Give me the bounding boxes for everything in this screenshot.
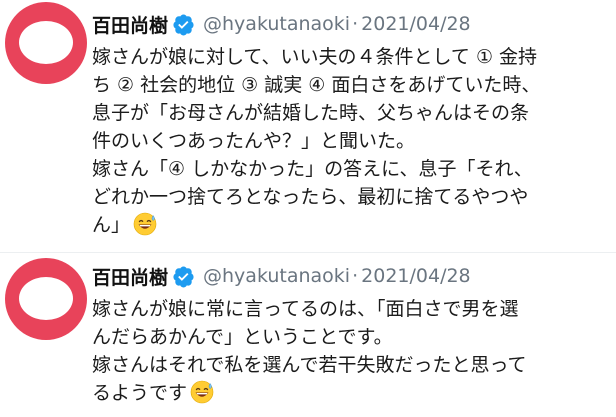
grinning-sweat-emoji-icon [133, 212, 157, 236]
meta-separator: · [352, 13, 359, 35]
verified-badge-icon [173, 13, 194, 36]
tweet-text: 嫁さんが娘に常に言ってるのは、「面白さで男を選 んだらあかんで」ということです。… [92, 295, 612, 407]
tweet-text-line: どれか一つ捨てろとなったら、最初に捨てるやつや [92, 186, 529, 208]
tweet-header: 百田尚樹 @hyakutanaoki · 2021/04/28 [92, 261, 471, 291]
tweet-header: 百田尚樹 @hyakutanaoki · 2021/04/28 [92, 9, 471, 39]
tweet-text-line-last: るようです [92, 379, 612, 407]
tweet-feed: 百田尚樹 @hyakutanaoki · 2021/04/28 嫁さんが娘に対し… [0, 0, 616, 417]
tweet-text-line: 嫁さんはそれで私を選んで若干失敗だったと思って [92, 354, 527, 376]
tweet-text-line: 嫁さん「④ しかなかった」の答えに、息子「それ、 [92, 158, 533, 180]
tweet-text-line: 嫁さんが娘に対して、いい夫の４条件として ① 金持 [92, 46, 538, 68]
tweet-text-tail: ん」 [92, 214, 131, 236]
tweet-text-tail: るようです [92, 382, 188, 404]
avatar[interactable] [5, 2, 87, 84]
tweet-text-line: 息子が「お母さんが結婚した時、父ちゃんはその条 [92, 102, 530, 124]
tweet-date[interactable]: 2021/04/28 [361, 13, 471, 35]
meta-separator: · [352, 265, 359, 287]
verified-badge-icon [173, 265, 194, 288]
tweet-date[interactable]: 2021/04/28 [361, 265, 471, 287]
grinning-sweat-emoji-icon [190, 380, 214, 404]
author-name[interactable]: 百田尚樹 [92, 263, 168, 290]
author-handle[interactable]: @hyakutanaoki [203, 13, 350, 35]
tweet-text-line: ち ② 社会的地位 ③ 誠実 ④ 面白さをあげていた時、 [92, 74, 541, 96]
author-handle[interactable]: @hyakutanaoki [203, 265, 350, 287]
avatar[interactable] [5, 258, 87, 340]
author-name[interactable]: 百田尚樹 [92, 11, 168, 38]
tweet-text-line: んだらあかんで」ということです。 [92, 326, 393, 348]
tweet-text-line: 件のいくつあったんや？」と聞いた。 [92, 130, 416, 152]
tweet-divider [0, 252, 616, 253]
tweet-text-line: 嫁さんが娘に常に言ってるのは、「面白さで男を選 [92, 298, 519, 320]
tweet[interactable]: 百田尚樹 @hyakutanaoki · 2021/04/28 嫁さんが娘に対し… [0, 0, 616, 250]
tweet-text-line-last: ん」 [92, 211, 612, 239]
tweet-text: 嫁さんが娘に対して、いい夫の４条件として ① 金持 ち ② 社会的地位 ③ 誠実… [92, 43, 612, 239]
tweet[interactable]: 百田尚樹 @hyakutanaoki · 2021/04/28 嫁さんが娘に常に… [0, 258, 616, 417]
